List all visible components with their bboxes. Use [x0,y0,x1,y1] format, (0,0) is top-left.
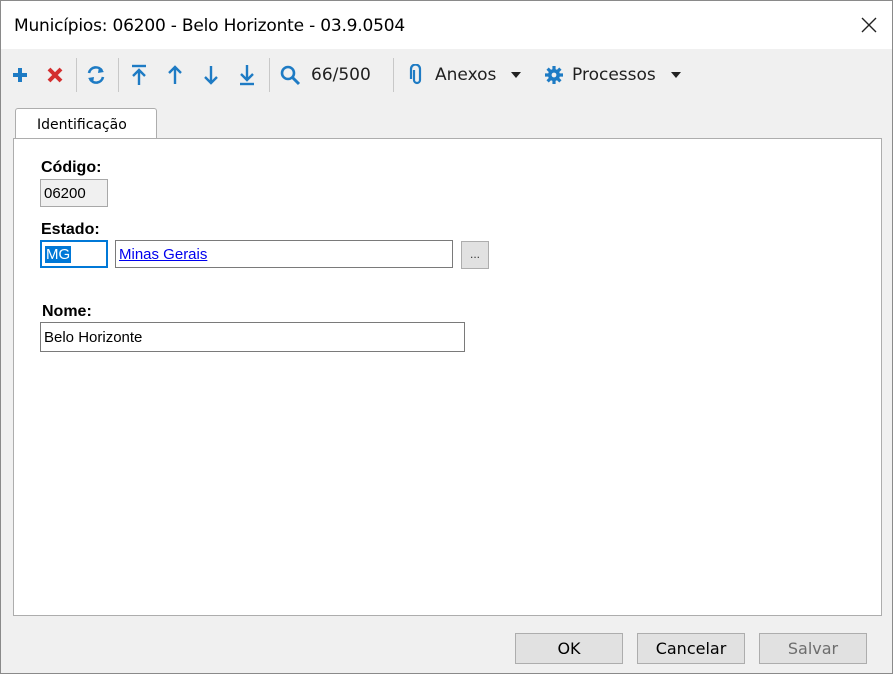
search-button[interactable] [277,58,303,92]
estado-name-link[interactable]: Minas Gerais [119,246,207,263]
refresh-button[interactable] [83,58,109,92]
cancel-button[interactable]: Cancelar [637,633,745,664]
plus-icon [13,68,27,82]
chevron-down-icon [511,72,522,78]
toolbar-separator [269,58,270,92]
estado-browse-button[interactable]: ... [461,241,489,269]
record-counter: 66/500 [311,58,379,92]
nome-field[interactable]: Belo Horizonte [40,322,465,352]
refresh-icon [87,66,105,84]
toolbar: 66/500 Anexos Processos [1,50,892,100]
previous-record-button[interactable] [162,58,188,92]
toolbar-separator [118,58,119,92]
tab-label: Identificação [37,117,127,133]
estado-label: Estado: [41,221,100,238]
estado-name-field[interactable]: Minas Gerais [115,240,453,268]
processes-dropdown[interactable]: Processos [543,58,691,92]
estado-code-text: MG [45,246,72,263]
nome-label: Nome: [42,303,92,320]
arrow-top-icon [132,64,146,85]
processes-label: Processos [572,65,656,85]
codigo-label: Código: [41,159,102,176]
arrow-bottom-icon [240,65,254,86]
delete-x-icon [47,67,63,83]
add-button[interactable] [7,58,33,92]
toolbar-separator [76,58,77,92]
attachments-dropdown[interactable]: Anexos [409,58,531,92]
dialog-window: Municípios: 06200 - Belo Horizonte - 03.… [0,0,893,674]
title-bar: Municípios: 06200 - Belo Horizonte - 03.… [1,1,892,49]
toolbar-separator [393,58,394,92]
codigo-field[interactable]: 06200 [40,179,108,207]
ok-button[interactable]: OK [515,633,623,664]
estado-code-field[interactable]: MG [40,240,108,268]
window-title: Municípios: 06200 - Belo Horizonte - 03.… [14,16,405,36]
search-icon [280,65,301,86]
tab-panel: Código: 06200 Estado: MG Minas Gerais ..… [13,138,882,616]
close-icon [861,17,877,33]
delete-button[interactable] [42,58,68,92]
attachments-label: Anexos [435,65,497,85]
chevron-down-icon [670,72,681,78]
arrow-up-icon [168,65,182,84]
gear-icon [545,66,563,84]
next-record-button[interactable] [198,58,224,92]
arrow-down-icon [204,66,218,85]
paperclip-icon [409,64,422,85]
record-counter-text: 66/500 [311,65,371,85]
tab-identificacao[interactable]: Identificação [15,108,157,141]
last-record-button[interactable] [234,58,260,92]
close-button[interactable] [846,1,892,49]
first-record-button[interactable] [126,58,152,92]
save-button[interactable]: Salvar [759,633,867,664]
